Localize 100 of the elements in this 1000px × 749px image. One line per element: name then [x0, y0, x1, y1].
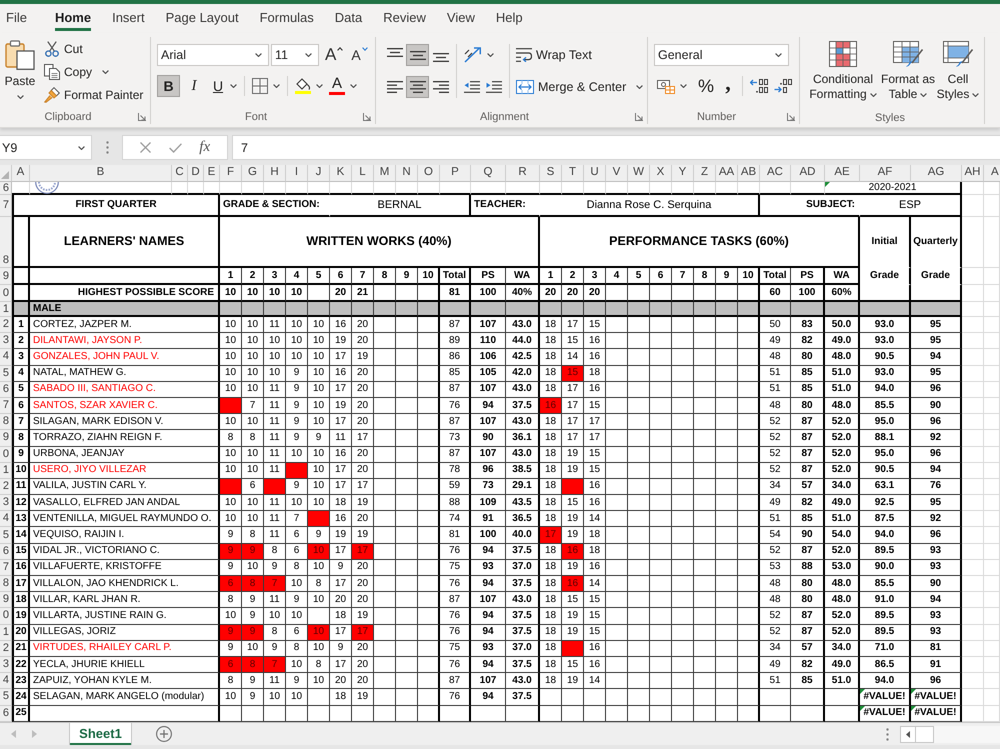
- column-header[interactable]: G: [242, 165, 264, 182]
- column-header[interactable]: AB: [738, 165, 760, 182]
- format-as-table-button[interactable]: Format as Table: [880, 41, 936, 111]
- column-header[interactable]: E: [204, 165, 220, 182]
- ribbon-tab[interactable]: Review: [383, 4, 426, 31]
- caret-icon[interactable]: [680, 84, 687, 88]
- row-header[interactable]: 5: [0, 527, 12, 544]
- column-header[interactable]: L: [352, 165, 374, 182]
- column-header[interactable]: W: [628, 165, 650, 182]
- underline-button[interactable]: U: [208, 75, 228, 97]
- cut-button[interactable]: Cut: [42, 38, 146, 60]
- ribbon-tab[interactable]: File: [6, 4, 27, 31]
- row-header[interactable]: 5: [0, 366, 12, 382]
- italic-button[interactable]: I: [184, 75, 204, 97]
- ribbon-tab[interactable]: View: [446, 4, 475, 31]
- row-header[interactable]: 6: [0, 544, 12, 560]
- row-header[interactable]: 4: [0, 511, 12, 528]
- row-header[interactable]: 2: [0, 317, 12, 334]
- ribbon-tab[interactable]: Formulas: [260, 4, 314, 31]
- row-header[interactable]: 7: [0, 195, 12, 217]
- row-header[interactable]: 6: [0, 182, 12, 195]
- row-header[interactable]: 8: [0, 217, 12, 268]
- dialog-launcher-icon[interactable]: [363, 113, 371, 121]
- row-header[interactable]: 7: [0, 560, 12, 576]
- name-box[interactable]: Y9: [0, 135, 92, 160]
- column-header[interactable]: AD: [791, 165, 825, 182]
- ribbon-tab[interactable]: Data: [334, 4, 362, 31]
- column-header[interactable]: AH: [962, 165, 984, 182]
- row-header[interactable]: 7: [0, 398, 12, 414]
- column-header[interactable]: D: [188, 165, 204, 182]
- column-header[interactable]: AF: [860, 165, 911, 182]
- align-middle-button[interactable]: [406, 44, 429, 66]
- column-header[interactable]: F: [220, 165, 242, 182]
- column-header[interactable]: S: [540, 165, 562, 182]
- row-header[interactable]: 5: [0, 689, 12, 706]
- ribbon-tab[interactable]: Help: [496, 4, 523, 31]
- conditional-formatting-button[interactable]: Conditional Formatting: [806, 41, 880, 111]
- column-header[interactable]: T: [562, 165, 584, 182]
- caret-icon[interactable]: [636, 85, 644, 89]
- font-name-dropdown[interactable]: Arial: [157, 44, 269, 66]
- row-header[interactable]: 6: [0, 706, 12, 722]
- column-header[interactable]: B: [30, 165, 172, 182]
- column-header[interactable]: M: [374, 165, 396, 182]
- column-header[interactable]: N: [396, 165, 418, 182]
- format-painter-button[interactable]: Format Painter: [42, 84, 146, 106]
- bold-button[interactable]: B: [157, 75, 180, 97]
- check-icon[interactable]: [168, 142, 182, 152]
- decrease-font-size-button[interactable]: A: [351, 44, 368, 66]
- increase-font-size-button[interactable]: A: [325, 44, 344, 66]
- row-header[interactable]: 0: [0, 285, 12, 302]
- horizontal-scrollbar[interactable]: [900, 726, 1000, 742]
- column-header[interactable]: O: [418, 165, 440, 182]
- row-header[interactable]: 8: [0, 576, 12, 592]
- scroll-left-button[interactable]: [900, 726, 916, 742]
- column-header[interactable]: H: [264, 165, 286, 182]
- column-header[interactable]: AG: [911, 165, 962, 182]
- row-header[interactable]: 4: [0, 673, 12, 690]
- font-size-dropdown[interactable]: 11: [271, 44, 319, 66]
- percent-style-button[interactable]: %: [694, 75, 718, 97]
- comma-style-button[interactable]: ,: [718, 75, 738, 97]
- scrollbar-thumb[interactable]: [916, 726, 934, 742]
- dialog-launcher-icon[interactable]: [787, 113, 795, 121]
- row-header[interactable]: 0: [0, 446, 12, 463]
- row-header[interactable]: 2: [0, 640, 12, 657]
- row-header[interactable]: 4: [0, 349, 12, 366]
- column-header[interactable]: I: [286, 165, 308, 182]
- caret-icon[interactable]: [273, 84, 280, 88]
- row-header[interactable]: 0: [0, 608, 12, 625]
- row-header[interactable]: 3: [0, 495, 12, 512]
- merge-center-button[interactable]: Merge & Center: [514, 76, 628, 98]
- column-header[interactable]: R: [506, 165, 540, 182]
- row-header[interactable]: 3: [0, 656, 12, 674]
- add-sheet-icon[interactable]: [156, 726, 172, 742]
- row-header[interactable]: 1: [0, 462, 12, 479]
- caret-icon[interactable]: [350, 84, 357, 88]
- column-header[interactable]: Y: [672, 165, 694, 182]
- ribbon-tab[interactable]: Insert: [112, 4, 145, 31]
- column-header[interactable]: AE: [825, 165, 860, 182]
- paste-button[interactable]: Paste: [4, 38, 36, 108]
- column-header[interactable]: J: [308, 165, 330, 182]
- row-header[interactable]: 2: [0, 478, 12, 496]
- caret-icon[interactable]: [487, 53, 494, 57]
- column-header[interactable]: C: [172, 165, 188, 182]
- row-header[interactable]: 1: [0, 302, 12, 317]
- cancel-icon[interactable]: [140, 142, 151, 153]
- column-header[interactable]: AA: [716, 165, 738, 182]
- borders-button[interactable]: [249, 75, 271, 97]
- column-header[interactable]: K: [330, 165, 352, 182]
- column-header[interactable]: U: [584, 165, 606, 182]
- insert-function-button[interactable]: fx: [199, 139, 210, 156]
- number-format-dropdown[interactable]: General: [654, 44, 789, 66]
- copy-button[interactable]: Copy: [42, 61, 146, 83]
- dialog-launcher-icon[interactable]: [138, 113, 146, 121]
- formula-field[interactable]: 7: [232, 135, 1000, 160]
- column-header[interactable]: AC: [760, 165, 791, 182]
- column-header[interactable]: Z: [694, 165, 716, 182]
- row-header[interactable]: 9: [0, 592, 12, 608]
- row-header[interactable]: 8: [0, 414, 12, 430]
- column-header[interactable]: Q: [471, 165, 506, 182]
- caret-icon[interactable]: [316, 84, 323, 88]
